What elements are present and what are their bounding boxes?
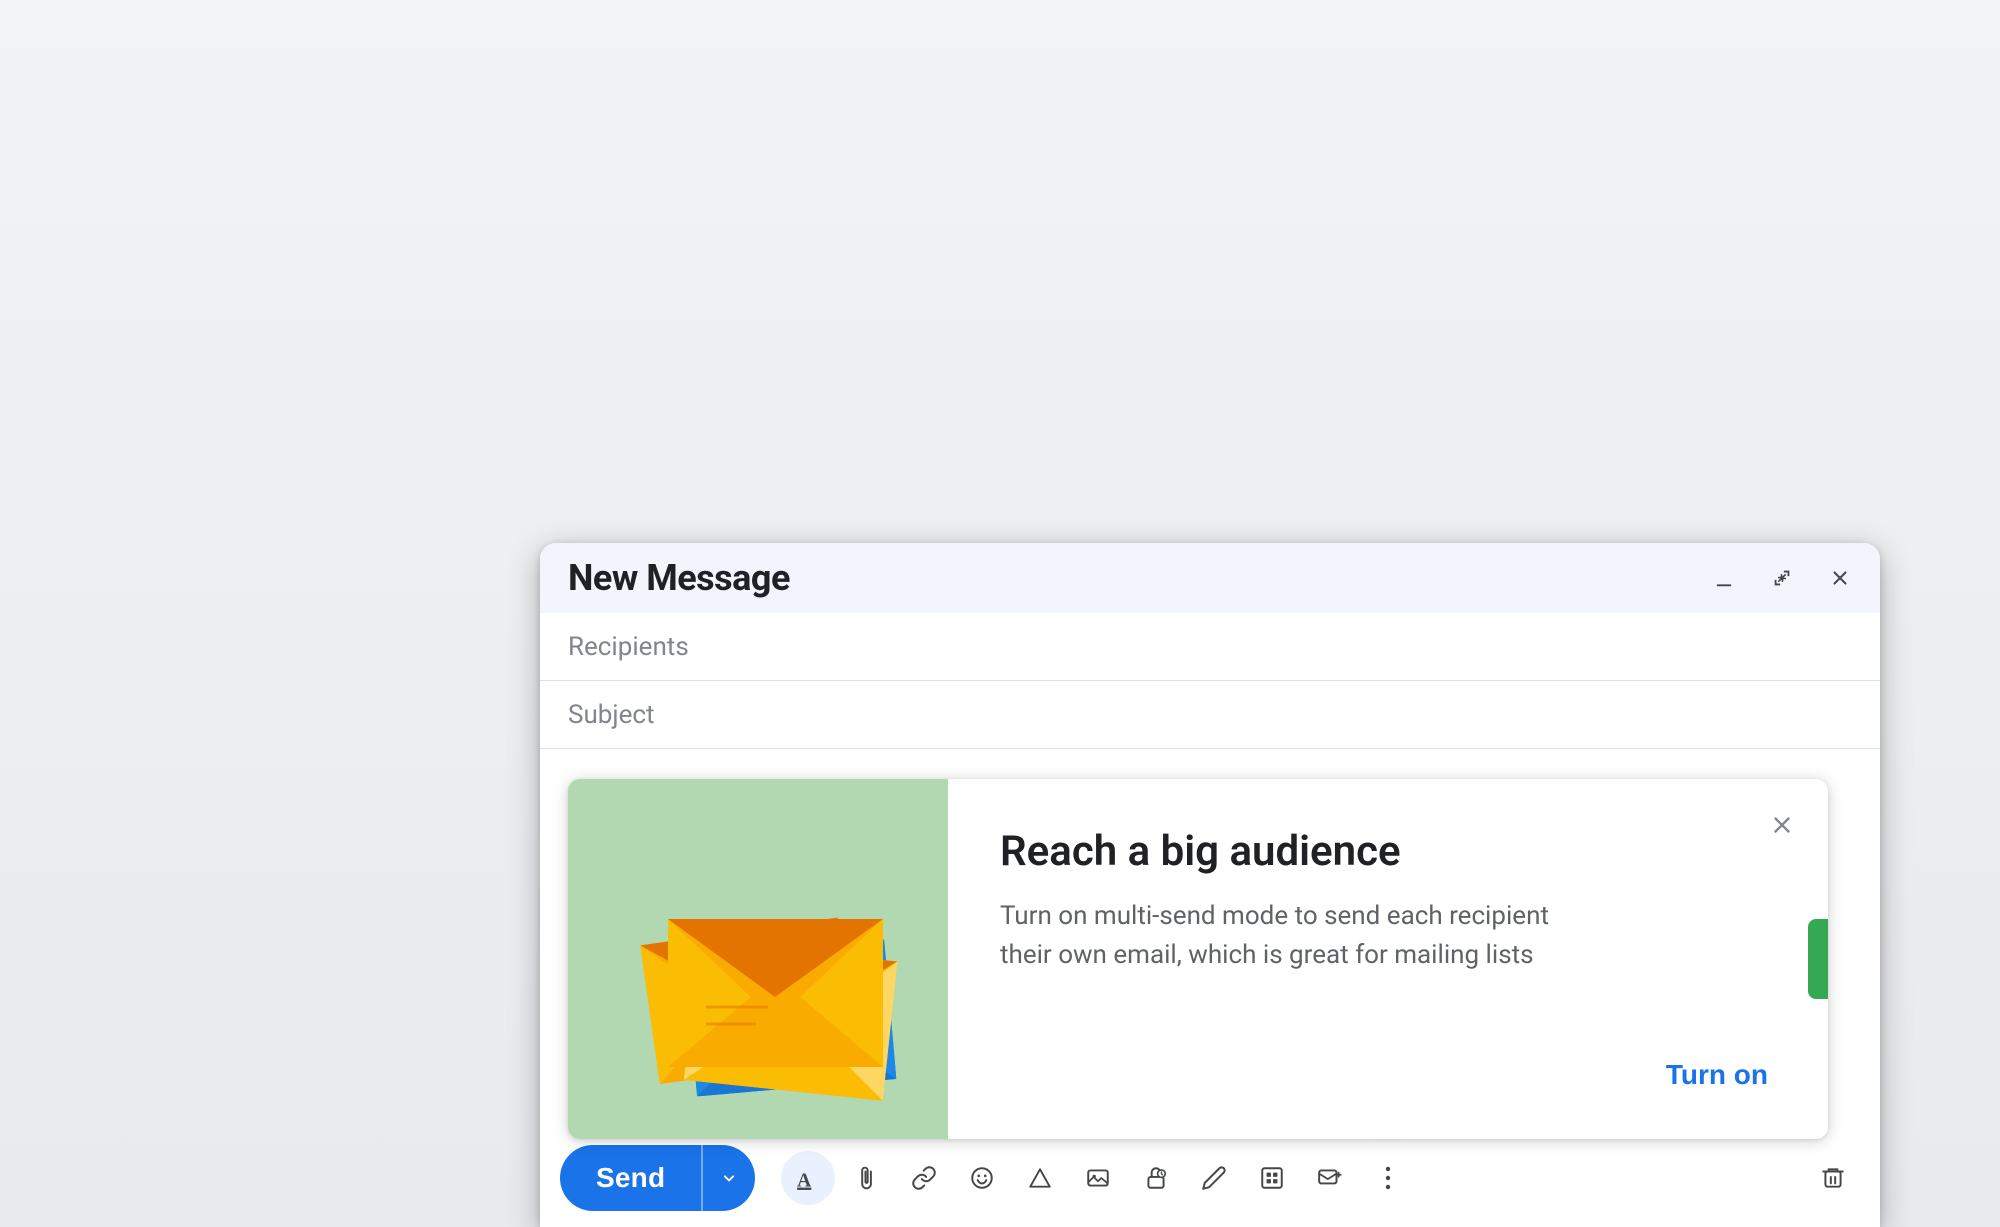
delete-icon <box>1820 1165 1846 1191</box>
minimize-button[interactable] <box>1704 558 1744 598</box>
promo-close-icon <box>1769 812 1795 838</box>
recipients-input[interactable] <box>728 631 1852 662</box>
recipients-field: Recipients <box>540 613 1880 681</box>
recipients-label: Recipients <box>568 632 728 662</box>
promo-action: Turn on <box>1000 1051 1780 1099</box>
emoji-button[interactable] <box>955 1151 1009 1205</box>
photo-button[interactable] <box>1071 1151 1125 1205</box>
compose-body: Reach a big audience Turn on multi-send … <box>540 749 1880 1129</box>
delete-button[interactable] <box>1806 1151 1860 1205</box>
multi-send-button[interactable] <box>1303 1151 1357 1205</box>
emoji-icon <box>969 1165 995 1191</box>
link-icon <box>911 1165 937 1191</box>
formatting-button[interactable]: A <box>781 1151 835 1205</box>
promo-description: Turn on multi-send mode to send each rec… <box>1000 897 1580 975</box>
turn-on-button[interactable]: Turn on <box>1654 1051 1780 1099</box>
send-button[interactable]: Send <box>560 1145 701 1211</box>
formatting-icon: A <box>795 1165 821 1191</box>
more-icon <box>1385 1165 1391 1191</box>
multi-send-icon <box>1317 1165 1343 1191</box>
expand-icon <box>1771 567 1793 589</box>
compose-window: New Message <box>540 543 1880 1227</box>
promo-card: Reach a big audience Turn on multi-send … <box>568 779 1828 1139</box>
envelope-illustration <box>598 809 918 1109</box>
promo-text-block: Reach a big audience Turn on multi-send … <box>1000 827 1780 975</box>
compose-header-actions <box>1704 558 1860 598</box>
templates-button[interactable] <box>1245 1151 1299 1205</box>
compose-header: New Message <box>540 543 1880 613</box>
compose-title: New Message <box>568 557 790 599</box>
subject-label: Subject <box>568 700 728 730</box>
drive-button[interactable] <box>1013 1151 1067 1205</box>
confidential-button[interactable] <box>1129 1151 1183 1205</box>
lock-timer-icon <box>1143 1165 1169 1191</box>
templates-icon <box>1259 1165 1285 1191</box>
send-dropdown-button[interactable] <box>701 1145 755 1211</box>
subject-input[interactable] <box>728 699 1852 730</box>
signature-button[interactable] <box>1187 1151 1241 1205</box>
promo-close-button[interactable] <box>1760 803 1804 847</box>
promo-content: Reach a big audience Turn on multi-send … <box>948 779 1828 1139</box>
close-icon <box>1829 567 1851 589</box>
drive-icon <box>1027 1165 1053 1191</box>
attach-icon <box>853 1165 879 1191</box>
attach-button[interactable] <box>839 1151 893 1205</box>
pen-icon <box>1201 1165 1227 1191</box>
promo-title: Reach a big audience <box>1000 827 1780 877</box>
expand-button[interactable] <box>1762 558 1802 598</box>
send-button-group: Send <box>560 1145 755 1211</box>
send-dropdown-icon <box>719 1168 739 1188</box>
promo-image <box>568 779 948 1139</box>
minimize-icon <box>1713 567 1735 589</box>
compose-toolbar: Send A <box>540 1129 1880 1227</box>
multi-send-toggle[interactable] <box>1808 919 1828 999</box>
link-button[interactable] <box>897 1151 951 1205</box>
more-options-button[interactable] <box>1361 1151 1415 1205</box>
photo-icon <box>1085 1165 1111 1191</box>
close-button[interactable] <box>1820 558 1860 598</box>
subject-field: Subject <box>540 681 1880 749</box>
